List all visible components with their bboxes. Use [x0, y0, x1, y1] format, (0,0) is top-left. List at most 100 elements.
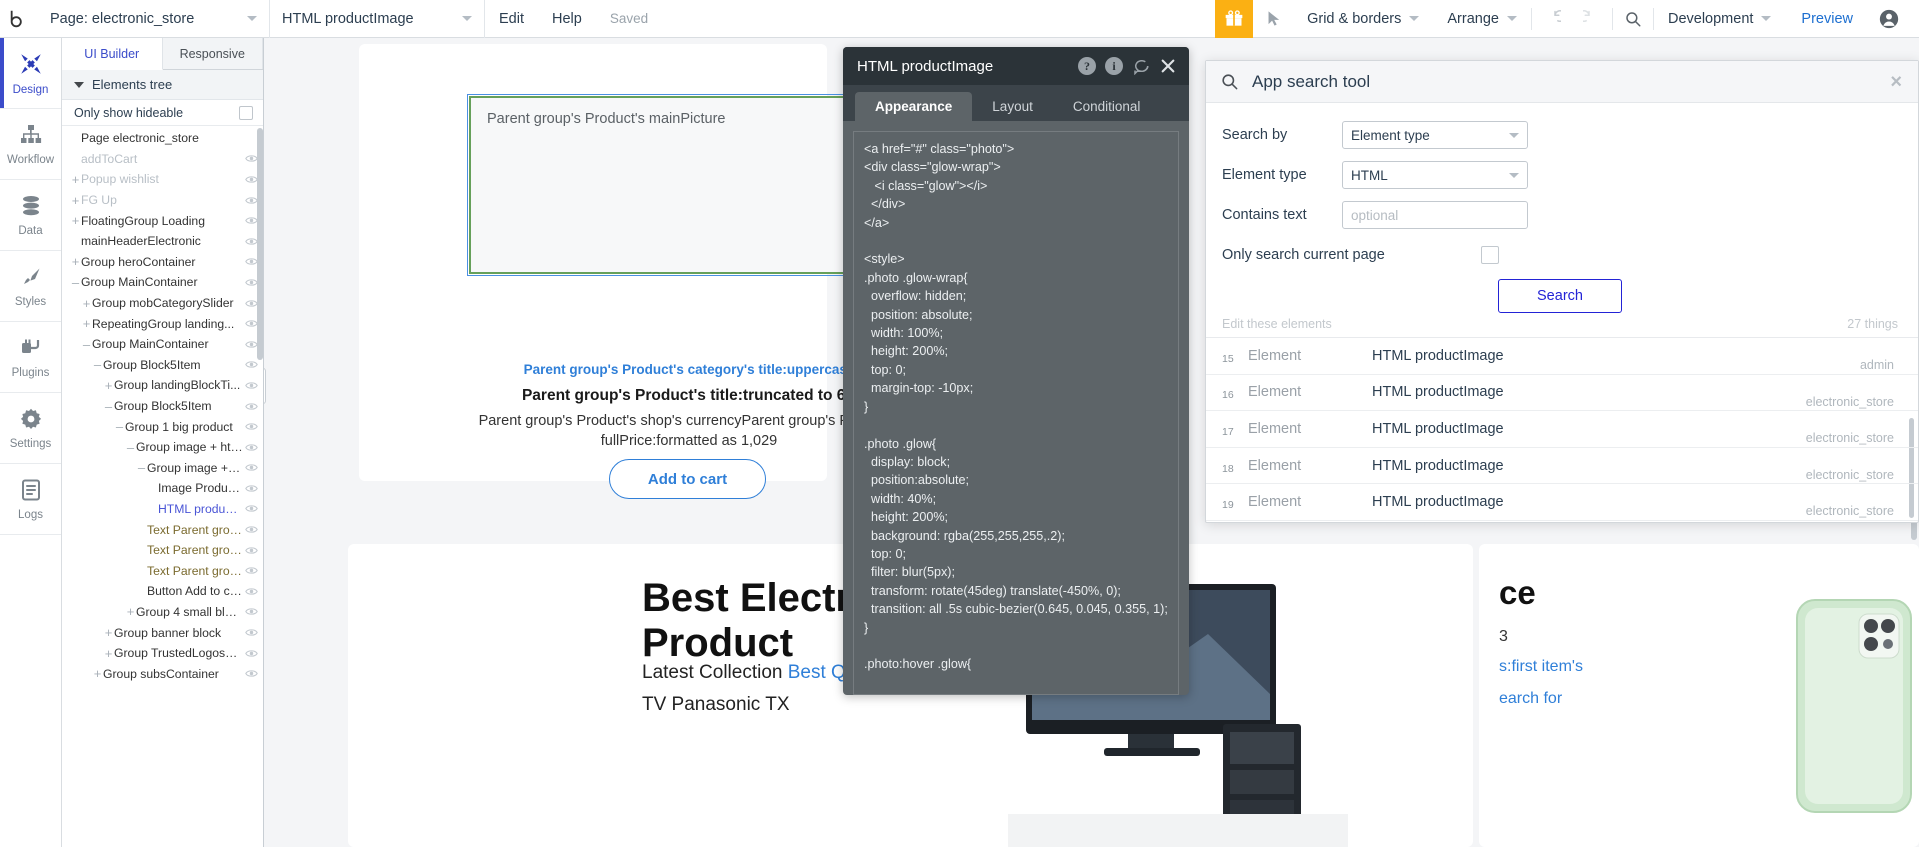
tab-responsive[interactable]: Responsive — [162, 38, 263, 69]
eye-icon[interactable] — [243, 297, 259, 310]
sidebar-item-design[interactable]: Design — [0, 38, 61, 109]
tree-toggle-icon[interactable]: + — [103, 647, 114, 660]
tree-item[interactable]: + Group heroContainer — [62, 252, 263, 273]
eye-icon[interactable] — [243, 667, 259, 680]
elements-tree-list[interactable]: Page electronic_store addToCart + Popup wis… — [62, 126, 263, 851]
secondary-banner-block[interactable]: ce 3 s:first item's earch for — [1479, 544, 1919, 847]
sidebar-item-data[interactable]: Data — [0, 180, 61, 251]
tree-item[interactable]: Text Parent group'... — [62, 519, 263, 540]
tree-toggle-icon[interactable]: + — [70, 173, 81, 186]
search-result-row[interactable]: 16 Element HTML productImage electronic_sto… — [1206, 375, 1918, 412]
tree-toggle-icon[interactable]: – — [81, 338, 92, 351]
bubble-logo-icon[interactable] — [0, 0, 38, 38]
tab-appearance[interactable]: Appearance — [855, 92, 973, 121]
close-icon[interactable]: × — [1890, 72, 1902, 92]
eye-icon[interactable] — [243, 358, 259, 371]
sidebar-item-logs[interactable]: Logs — [0, 464, 61, 535]
tree-toggle-icon[interactable]: – — [125, 441, 136, 454]
eye-icon[interactable] — [243, 214, 259, 227]
add-to-cart-button[interactable]: Add to cart — [609, 459, 766, 499]
eye-icon[interactable] — [243, 626, 259, 639]
tree-item[interactable]: Text Parent group'... — [62, 560, 263, 581]
tab-layout[interactable]: Layout — [972, 92, 1053, 121]
only-current-page-checkbox[interactable] — [1480, 246, 1499, 264]
redo-icon[interactable] — [1572, 0, 1612, 38]
tree-item[interactable]: – Group image + html — [62, 437, 263, 458]
tree-item[interactable]: HTML productI... — [62, 499, 263, 520]
version-selector[interactable]: Development — [1654, 0, 1785, 38]
search-icon[interactable] — [1613, 0, 1653, 38]
tree-item[interactable]: + Group subsContainer — [62, 663, 263, 684]
search-by-select[interactable]: Element type — [1342, 121, 1528, 149]
eye-icon[interactable] — [243, 482, 259, 495]
eye-icon[interactable] — [243, 317, 259, 330]
tree-toggle-icon[interactable]: – — [70, 276, 81, 289]
edit-these-elements-link[interactable]: Edit these elements — [1222, 317, 1332, 331]
close-icon[interactable] — [1157, 55, 1179, 77]
eye-icon[interactable] — [243, 379, 259, 392]
eye-icon[interactable] — [243, 647, 259, 660]
help-icon[interactable]: ? — [1076, 55, 1098, 77]
tree-toggle-icon[interactable]: + — [103, 379, 114, 392]
eye-icon[interactable] — [243, 585, 259, 598]
sidebar-item-workflow[interactable]: Workflow — [0, 109, 61, 180]
eye-icon[interactable] — [243, 523, 259, 536]
eye-icon[interactable] — [243, 564, 259, 577]
eye-icon[interactable] — [243, 194, 259, 207]
tab-ui-builder[interactable]: UI Builder — [62, 38, 163, 70]
tree-toggle-icon[interactable]: + — [103, 626, 114, 639]
eye-icon[interactable] — [243, 400, 259, 413]
eye-icon[interactable] — [243, 605, 259, 618]
tree-item[interactable]: + Group banner block — [62, 622, 263, 643]
tree-item[interactable]: + Group 4 small block... — [62, 602, 263, 623]
edit-menu[interactable]: Edit — [485, 0, 538, 38]
sidebar-item-plugins[interactable]: Plugins — [0, 322, 61, 393]
only-show-hideable-checkbox[interactable] — [239, 105, 253, 120]
sidebar-item-settings[interactable]: Settings — [0, 393, 61, 464]
element-property-popup[interactable]: HTML productImage ? i Appearance Layout … — [843, 47, 1189, 695]
tree-item[interactable]: + Group mobCategorySlider — [62, 293, 263, 314]
eye-icon[interactable] — [243, 152, 259, 165]
tree-toggle-icon[interactable]: + — [92, 667, 103, 680]
cursor-icon[interactable] — [1253, 0, 1293, 38]
tree-item[interactable]: addToCart — [62, 149, 263, 170]
info-icon[interactable]: i — [1103, 55, 1125, 77]
eye-icon[interactable] — [243, 502, 259, 515]
search-result-row[interactable]: 17 Element HTML productImage electronic_sto… — [1206, 411, 1918, 448]
tree-item[interactable]: – Group image + h... — [62, 458, 263, 479]
tree-toggle-icon[interactable]: – — [92, 358, 103, 371]
tree-item[interactable]: – Group MainContainer — [62, 334, 263, 355]
tree-toggle-icon[interactable]: – — [136, 461, 147, 474]
tree-toggle-icon[interactable]: – — [114, 420, 125, 433]
avatar[interactable] — [1869, 0, 1909, 38]
search-result-row[interactable]: 19 Element HTML productImage electronic_sto… — [1206, 484, 1918, 521]
tab-conditional[interactable]: Conditional — [1053, 92, 1161, 121]
tree-item[interactable]: + FG Up — [62, 190, 263, 211]
tree-item[interactable]: – Group 1 big product — [62, 416, 263, 437]
undo-icon[interactable] — [1532, 0, 1572, 38]
sidebar-item-styles[interactable]: Styles — [0, 251, 61, 322]
eye-icon[interactable] — [243, 420, 259, 433]
eye-icon[interactable] — [243, 276, 259, 289]
tree-item[interactable]: Text Parent group'... — [62, 540, 263, 561]
tree-item[interactable]: + Group landingBlockTi... — [62, 375, 263, 396]
tree-toggle-icon[interactable]: – — [103, 400, 114, 413]
search-button[interactable]: Search — [1498, 279, 1622, 313]
tree-item[interactable]: + RepeatingGroup landing... — [62, 313, 263, 334]
search-result-row[interactable]: 18 Element HTML productImage electronic_sto… — [1206, 448, 1918, 485]
tree-item[interactable]: Page electronic_store — [62, 128, 263, 149]
tree-item[interactable]: + Popup wishlist — [62, 169, 263, 190]
preview-button[interactable]: Preview — [1785, 11, 1869, 27]
grid-borders-menu[interactable]: Grid & borders — [1293, 0, 1433, 38]
tree-toggle-icon[interactable]: + — [70, 214, 81, 227]
eye-icon[interactable] — [243, 235, 259, 248]
eye-icon[interactable] — [243, 173, 259, 186]
search-results-list[interactable]: 15 Element HTML productImage admin 16 Element… — [1206, 338, 1918, 521]
eye-icon[interactable] — [243, 338, 259, 351]
tree-item[interactable]: Image Product... — [62, 478, 263, 499]
panel-collapse-handle[interactable]: ◀ — [264, 368, 266, 404]
tree-item[interactable]: – Group MainContainer — [62, 272, 263, 293]
tree-toggle-icon[interactable]: + — [70, 255, 81, 268]
eye-icon[interactable] — [243, 441, 259, 454]
arrange-menu[interactable]: Arrange — [1433, 0, 1531, 38]
